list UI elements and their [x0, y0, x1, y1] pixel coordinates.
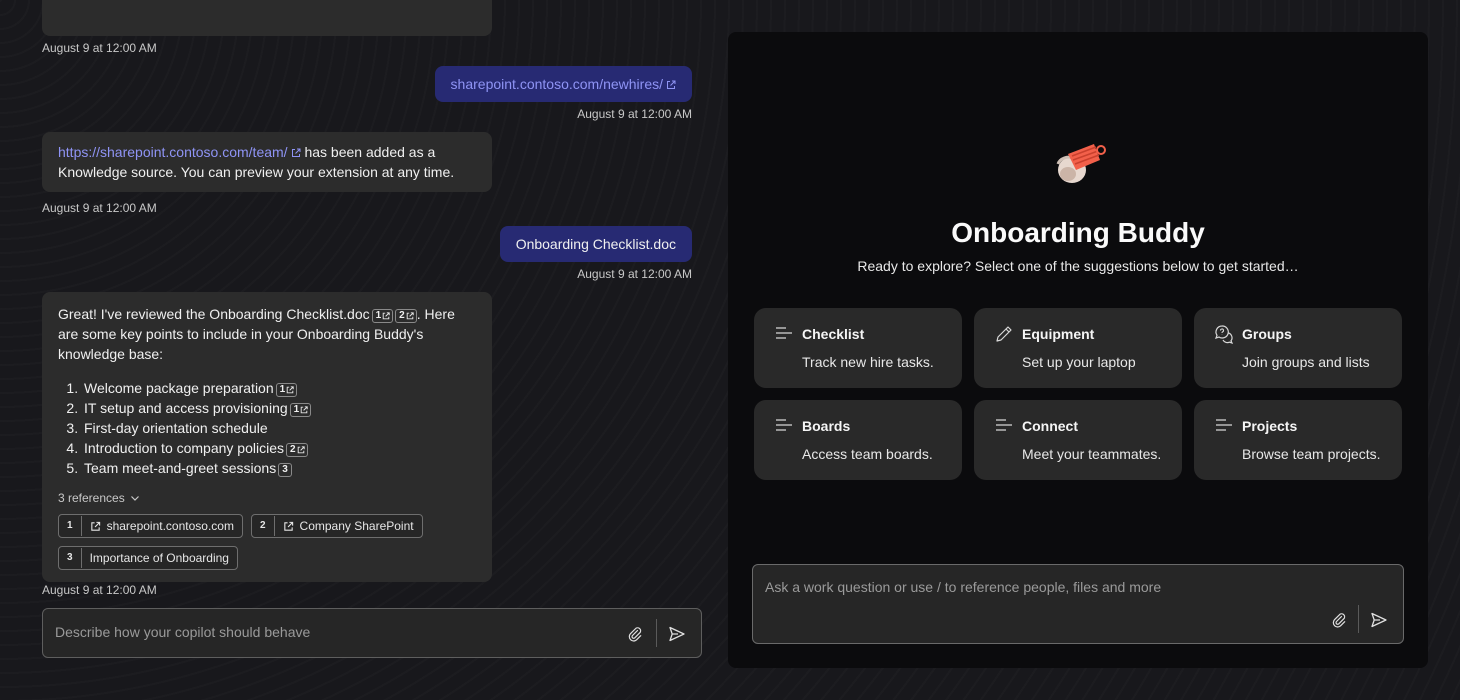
message-timestamp: August 9 at 12:00 AM: [577, 267, 692, 281]
list-item: Welcome package preparation1: [82, 378, 476, 398]
reference-chip[interactable]: 1 sharepoint.contoso.com: [58, 514, 243, 538]
team-link[interactable]: https://sharepoint.contoso.com/team/: [58, 144, 301, 160]
bot-knowledge-message: https://sharepoint.contoso.com/team/ has…: [42, 132, 492, 192]
list-item: Introduction to company policies2: [82, 438, 476, 458]
list-item: First-day orientation schedule: [82, 418, 476, 438]
paperclip-icon: [1332, 613, 1346, 628]
list-item: IT setup and access provisioning1: [82, 398, 476, 418]
summary-intro: Great! I've reviewed the Onboarding Chec…: [58, 306, 455, 362]
citation-badge[interactable]: 2: [286, 443, 308, 457]
onboarding-buddy-logo-icon: [1056, 144, 1106, 183]
message-timestamp: August 9 at 12:00 AM: [577, 107, 692, 121]
external-link-icon: [286, 386, 294, 394]
suggestion-card-boards[interactable]: Boards Access team boards.: [754, 400, 962, 480]
composer-divider: [656, 619, 657, 647]
send-button[interactable]: [1368, 609, 1390, 631]
external-link-icon: [382, 312, 390, 320]
send-icon: [669, 626, 685, 642]
external-link-icon: [283, 521, 293, 531]
reference-chip[interactable]: 3 Importance of Onboarding: [58, 546, 238, 570]
reference-chip[interactable]: 2 Company SharePoint: [250, 514, 423, 538]
citation-badge[interactable]: 1: [371, 309, 394, 323]
text-lines-icon: [1216, 419, 1232, 431]
message-timestamp: August 9 at 12:00 AM: [42, 583, 157, 597]
external-link-icon: [291, 148, 301, 157]
user-file-message: Onboarding Checklist.doc: [499, 226, 692, 262]
list-item: Team meet-and-greet sessions3: [82, 458, 476, 478]
file-name: Onboarding Checklist.doc: [515, 236, 676, 252]
citation-badge[interactable]: 3: [278, 463, 292, 477]
composer-placeholder: Ask a work question or use / to referenc…: [765, 579, 1162, 595]
references-toggle[interactable]: 3 references: [58, 488, 476, 508]
suggestion-card-groups[interactable]: Groups Join groups and lists: [1194, 308, 1402, 388]
send-button[interactable]: [666, 623, 688, 645]
citation-badge[interactable]: 1: [275, 383, 298, 397]
suggestion-card-projects[interactable]: Projects Browse team projects.: [1194, 400, 1402, 480]
text-lines-icon: [776, 327, 792, 339]
key-points-list: Welcome package preparation1 IT setup an…: [82, 378, 476, 478]
bot-summary-message: Great! I've reviewed the Onboarding Chec…: [42, 292, 492, 582]
send-icon: [1371, 612, 1387, 628]
previous-bot-message: [42, 0, 492, 36]
composer-divider: [1358, 605, 1359, 633]
external-link-icon: [300, 406, 308, 414]
copilot-preview-pane: Onboarding Buddy Ready to explore? Selec…: [728, 32, 1428, 668]
chat-bubbles-icon: [1215, 325, 1234, 344]
suggestion-card-checklist[interactable]: Checklist Track new hire tasks.: [754, 308, 962, 388]
citation-badge[interactable]: 1: [289, 403, 312, 417]
pencil-icon: [996, 326, 1012, 342]
external-link-icon: [667, 80, 676, 89]
message-timestamp: August 9 at 12:00 AM: [42, 201, 157, 215]
suggestion-grid: Checklist Track new hire tasks. Equipmen…: [754, 308, 1402, 480]
external-link-icon: [406, 312, 414, 320]
external-link-icon: [297, 446, 305, 454]
preview-title: Onboarding Buddy: [951, 217, 1205, 248]
chevron-down-icon: [130, 496, 139, 501]
text-lines-icon: [996, 419, 1012, 431]
text-lines-icon: [776, 419, 792, 431]
instructions-composer[interactable]: Describe how your copilot should behave: [42, 608, 702, 658]
composer-placeholder: Describe how your copilot should behave: [55, 624, 311, 640]
message-timestamp: August 9 at 12:00 AM: [42, 41, 157, 55]
paperclip-icon: [628, 627, 642, 642]
preview-composer[interactable]: Ask a work question or use / to referenc…: [752, 564, 1404, 644]
preview-subtitle: Ready to explore? Select one of the sugg…: [857, 258, 1299, 274]
newhires-link[interactable]: sharepoint.contoso.com/newhires/: [451, 76, 676, 92]
suggestion-card-connect[interactable]: Connect Meet your teammates.: [974, 400, 1182, 480]
attach-button[interactable]: [625, 624, 645, 644]
reference-chips: 1 sharepoint.contoso.com 2 Company Share…: [58, 514, 476, 570]
suggestion-card-equipment[interactable]: Equipment Set up your laptop: [974, 308, 1182, 388]
chat-pane: August 9 at 12:00 AM sharepoint.contoso.…: [42, 0, 702, 700]
citation-badge[interactable]: 2: [395, 309, 417, 323]
attach-button[interactable]: [1329, 610, 1349, 630]
external-link-icon: [90, 521, 100, 531]
user-link-message: sharepoint.contoso.com/newhires/: [434, 66, 692, 102]
